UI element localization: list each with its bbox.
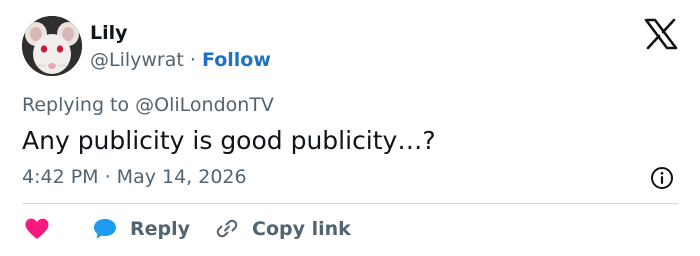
link-icon [216,219,238,238]
divider [22,203,678,204]
copy-link-label: Copy link [252,218,351,240]
like-button[interactable] [24,214,50,244]
author-handle[interactable]: @Lilywrat [90,49,184,71]
tweet-timestamp[interactable]: 4:42 PM · May 14, 2026 [22,166,247,188]
reply-label: Reply [130,218,191,240]
replying-to-line: Replying to @OliLondonTV [22,94,274,116]
rat-avatar-image [22,16,82,76]
follow-button[interactable]: Follow [202,49,271,71]
info-icon[interactable] [650,166,674,190]
reply-button[interactable]: Reply [92,214,190,244]
tweet-card: Lily @Lilywrat · Follow Replying to @Oli… [0,0,700,256]
replying-to-mention[interactable]: @OliLondonTV [135,94,274,116]
copy-link-button[interactable]: Copy link [214,214,351,244]
tweet-text: Any publicity is good publicity…? [22,126,436,155]
action-bar: Reply Copy link [22,214,682,244]
author-name[interactable]: Lily [90,22,128,44]
heart-icon [25,218,49,239]
dot-separator: · [189,49,196,71]
avatar[interactable] [22,16,82,76]
author-handle-row: @Lilywrat · Follow [90,49,271,71]
replying-to-prefix: Replying to [22,94,130,116]
x-logo-icon[interactable] [644,18,678,50]
speech-bubble-icon [94,219,116,239]
